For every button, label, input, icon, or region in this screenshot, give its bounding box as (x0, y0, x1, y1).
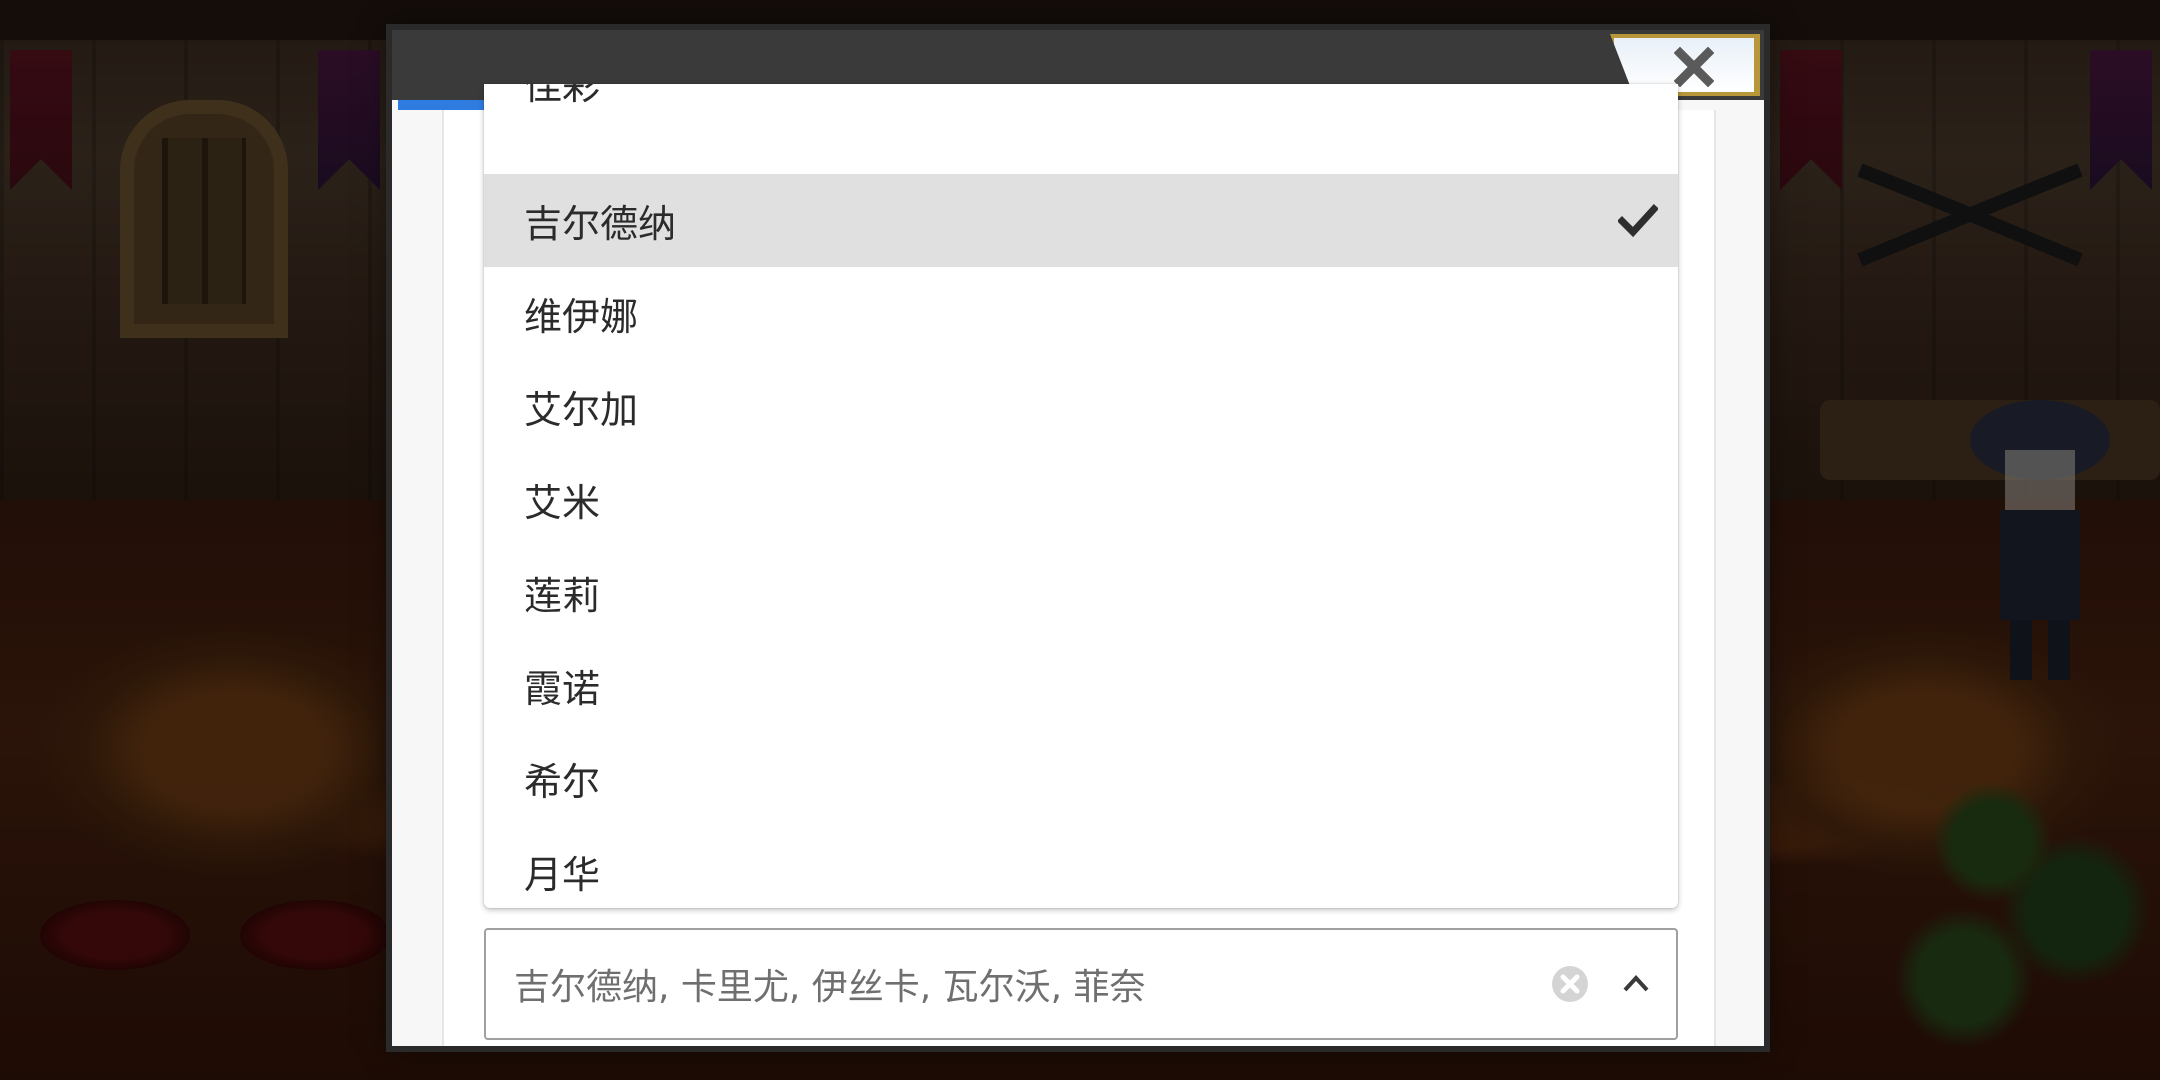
option-label: 佳彩 (524, 84, 601, 108)
clear-icon[interactable] (1550, 964, 1590, 1004)
option-label: 月华 (524, 853, 601, 897)
option-label: 艾米 (524, 481, 601, 525)
check-icon (1618, 203, 1658, 237)
list-item[interactable]: 维伊娜 (484, 267, 1678, 360)
dropdown-list[interactable]: 佳彩 吉尔德纳 维伊娜 艾尔加 艾米 莲莉 霞诺 希尔 月华 (484, 84, 1678, 908)
option-label: 吉尔德纳 (524, 202, 677, 246)
multi-select-field[interactable]: 吉尔德纳, 卡里尤, 伊丝卡, 瓦尔沃, 菲奈 (484, 928, 1678, 1040)
list-item[interactable]: 艾尔加 (484, 360, 1678, 453)
list-item[interactable]: 莲莉 (484, 546, 1678, 639)
option-label: 艾尔加 (524, 388, 639, 432)
option-label: 莲莉 (524, 574, 601, 618)
list-item[interactable]: 艾米 (484, 453, 1678, 546)
select-value: 吉尔德纳, 卡里尤, 伊丝卡, 瓦尔沃, 菲奈 (514, 967, 1146, 1008)
list-item-partial[interactable]: 佳彩 (484, 84, 1678, 129)
list-item[interactable]: 吉尔德纳 (484, 174, 1678, 267)
list-item[interactable]: 希尔 (484, 732, 1678, 825)
option-label: 霞诺 (524, 667, 601, 711)
list-item[interactable]: 霞诺 (484, 639, 1678, 732)
option-label: 希尔 (524, 760, 601, 804)
option-label: 维伊娜 (524, 295, 639, 339)
list-item[interactable]: 月华 (484, 825, 1678, 908)
chevron-up-icon[interactable] (1618, 966, 1654, 1002)
